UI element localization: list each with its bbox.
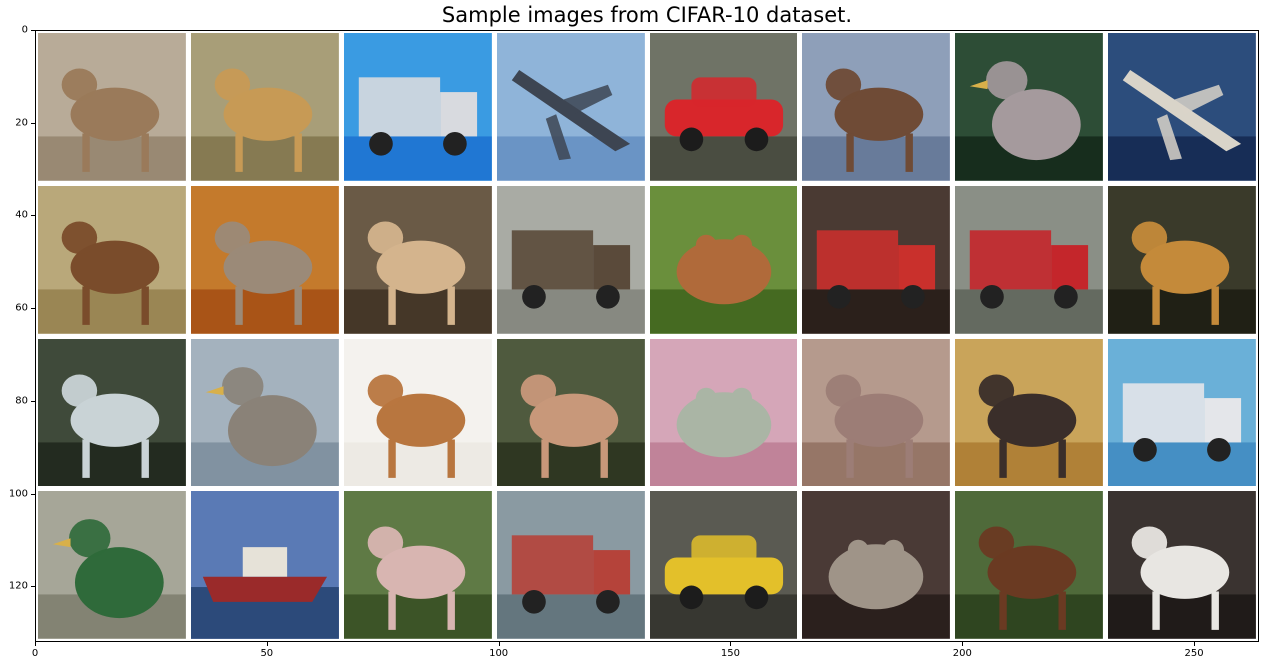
- y-tick-mark: [31, 30, 35, 31]
- y-tick-mark: [31, 493, 35, 495]
- y-tick-label: 20: [15, 117, 28, 129]
- x-tick-mark: [962, 642, 964, 646]
- image-grid: [38, 33, 1256, 639]
- image-tile-art: [38, 338, 186, 487]
- image-tile-horse: [343, 338, 492, 487]
- image-tile-art: [38, 33, 186, 181]
- x-tick-mark: [730, 642, 732, 646]
- image-tile-airplane: [1108, 33, 1256, 181]
- image-tile-art: [496, 491, 645, 639]
- image-tile-truck: [496, 185, 645, 334]
- image-tile-cat: [190, 33, 339, 181]
- image-tile-truck: [496, 491, 645, 639]
- image-tile-cat: [955, 338, 1104, 487]
- image-tile-deer: [38, 33, 186, 181]
- image-tile-airplane: [496, 33, 645, 181]
- y-tick-mark: [31, 400, 35, 402]
- x-tick-label: 100: [489, 648, 509, 659]
- image-tile-art: [1108, 491, 1256, 639]
- y-tick-label: 60: [15, 302, 28, 314]
- image-tile-frog: [649, 185, 798, 334]
- y-tick-label: 40: [15, 209, 28, 221]
- image-tile-art: [802, 338, 951, 487]
- y-tick-label: 100: [8, 488, 28, 500]
- y-tick-mark: [31, 308, 35, 310]
- image-tile-truck: [802, 185, 951, 334]
- image-tile-deer: [802, 338, 951, 487]
- y-tick-mark: [31, 215, 35, 217]
- image-tile-frog: [649, 338, 798, 487]
- image-tile-cat: [1108, 491, 1256, 639]
- image-tile-truck: [1108, 338, 1256, 487]
- image-tile-art: [38, 185, 186, 334]
- image-tile-horse: [38, 185, 186, 334]
- image-tile-truck: [343, 33, 492, 181]
- x-tick-mark: [35, 642, 36, 646]
- image-tile-ship: [190, 491, 339, 639]
- image-tile-dog: [1108, 185, 1256, 334]
- image-axes: [35, 30, 1259, 642]
- image-tile-horse: [955, 491, 1104, 639]
- x-tick-label: 200: [952, 648, 972, 659]
- image-tile-art: [190, 33, 339, 181]
- image-tile-art: [343, 491, 492, 639]
- image-tile-art: [802, 33, 951, 181]
- image-tile-art: [343, 338, 492, 487]
- image-tile-deer: [38, 338, 186, 487]
- y-tick-label: 80: [15, 395, 28, 407]
- image-tile-art: [190, 338, 339, 487]
- image-tile-art: [343, 185, 492, 334]
- image-tile-bird: [955, 33, 1104, 181]
- image-tile-art: [1108, 338, 1256, 487]
- image-tile-frog: [802, 491, 951, 639]
- image-tile-deer: [343, 491, 492, 639]
- image-tile-car: [649, 491, 798, 639]
- y-tick-label: 120: [8, 580, 28, 592]
- y-tick-mark: [31, 586, 35, 588]
- image-tile-art: [496, 338, 645, 487]
- image-tile-art: [802, 491, 951, 639]
- image-tile-dog: [343, 185, 492, 334]
- image-tile-bird: [190, 338, 339, 487]
- figure: Sample images from CIFAR-10 dataset. 0 50…: [0, 0, 1268, 668]
- y-tick-label: 0: [21, 24, 28, 36]
- image-tile-horse: [802, 33, 951, 181]
- y-tick-mark: [31, 122, 35, 124]
- image-tile-art: [38, 491, 186, 639]
- x-tick-label: 50: [260, 648, 274, 659]
- image-tile-art: [955, 185, 1104, 334]
- image-tile-art: [955, 491, 1104, 639]
- image-tile-art: [802, 185, 951, 334]
- image-tile-art: [649, 338, 798, 487]
- x-tick-label: 250: [1184, 648, 1204, 659]
- x-tick-mark: [266, 642, 268, 646]
- image-tile-art: [649, 185, 798, 334]
- image-tile-art: [649, 491, 798, 639]
- image-tile-art: [955, 338, 1104, 487]
- image-tile-art: [955, 33, 1104, 181]
- image-tile-art: [1108, 33, 1256, 181]
- image-tile-dog: [496, 338, 645, 487]
- x-tick-mark: [498, 642, 500, 646]
- x-tick-mark: [1194, 642, 1196, 646]
- x-tick-label: 0: [31, 648, 39, 659]
- image-tile-truck: [955, 185, 1104, 334]
- image-tile-art: [190, 491, 339, 639]
- image-tile-art: [1108, 185, 1256, 334]
- image-tile-horse: [190, 185, 339, 334]
- image-tile-bird: [38, 491, 186, 639]
- image-tile-art: [496, 33, 645, 181]
- figure-title: Sample images from CIFAR-10 dataset.: [441, 3, 853, 27]
- x-tick-label: 150: [720, 648, 740, 659]
- image-tile-car: [649, 33, 798, 181]
- image-tile-art: [190, 185, 339, 334]
- image-tile-art: [649, 33, 798, 181]
- image-tile-art: [496, 185, 645, 334]
- image-tile-art: [343, 33, 492, 181]
